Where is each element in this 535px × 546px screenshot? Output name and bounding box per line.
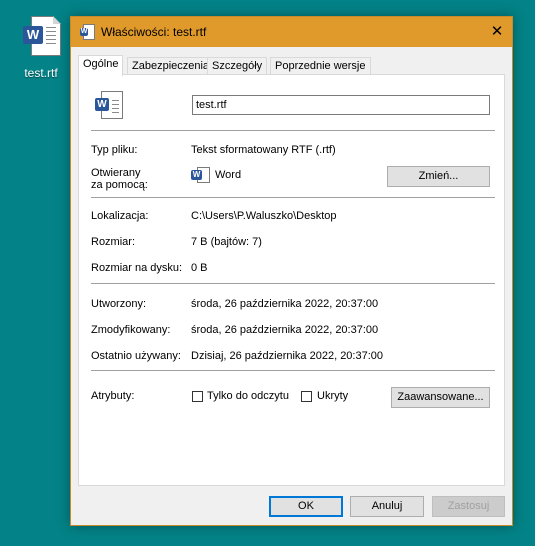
file-name-field[interactable]: test.rtf [192,95,490,115]
advanced-button[interactable]: Zaawansowane... [391,387,490,408]
apply-button[interactable]: Zastosuj [432,496,505,517]
location-value: C:\Users\P.Waluszko\Desktop [191,210,337,222]
opens-with-label-line2: za pomocą: [91,179,148,191]
hidden-checkbox[interactable] [301,391,312,402]
accessed-label: Ostatnio używany: [91,350,181,362]
modified-label: Zmodyfikowany: [91,324,171,336]
desktop-file-icon[interactable]: W test.rtf [14,14,68,80]
general-tab-panel: W test.rtf Typ pliku: Tekst sformatowany… [78,74,505,486]
hidden-label[interactable]: Ukryty [317,390,348,402]
divider [91,197,495,198]
divider [91,370,495,371]
divider [91,283,495,284]
size-label: Rozmiar: [91,236,136,248]
divider [91,130,495,131]
created-label: Utworzony: [91,298,147,310]
size-on-disk-label: Rozmiar na dysku: [91,262,183,274]
readonly-label[interactable]: Tylko do odczytu [207,390,289,402]
created-value: środa, 26 października 2022, 20:37:00 [191,298,379,310]
size-on-disk-value: 0 B [191,262,208,274]
word-file-icon: W [80,24,95,40]
tab-details[interactable]: Szczegóły [207,57,268,74]
tab-previous-versions[interactable]: Poprzednie wersje [270,57,371,74]
change-button[interactable]: Zmień... [387,166,490,187]
accessed-value: Dzisiaj, 26 października 2022, 20:37:00 [191,350,384,362]
location-label: Lokalizacja: [91,210,149,222]
properties-dialog: W Właściwości: test.rtf ✕ Ogólne Zabezpi… [70,16,513,526]
readonly-checkbox[interactable] [192,391,203,402]
word-app-icon: W [191,167,210,183]
file-type-icon: W [95,91,123,121]
opens-with-label-line1: Otwierany [91,167,141,179]
file-type-label: Typ pliku: [91,144,138,156]
ok-button[interactable]: OK [269,496,343,517]
modified-value: środa, 26 października 2022, 20:37:00 [191,324,379,336]
attributes-label: Atrybuty: [91,390,135,402]
dialog-title: Właściwości: test.rtf [101,25,207,39]
size-value: 7 B (bajtów: 7) [191,236,262,248]
desktop-file-label: test.rtf [24,66,58,80]
word-document-icon: W [21,14,61,62]
title-bar[interactable]: W Właściwości: test.rtf ✕ [71,17,512,47]
file-type-value: Tekst sformatowany RTF (.rtf) [191,144,336,156]
cancel-button[interactable]: Anuluj [350,496,424,517]
tab-general[interactable]: Ogólne [78,55,124,76]
opens-with-app: Word [215,169,242,181]
close-button[interactable]: ✕ [482,17,512,47]
tab-security[interactable]: Zabezpieczenia [127,57,215,74]
